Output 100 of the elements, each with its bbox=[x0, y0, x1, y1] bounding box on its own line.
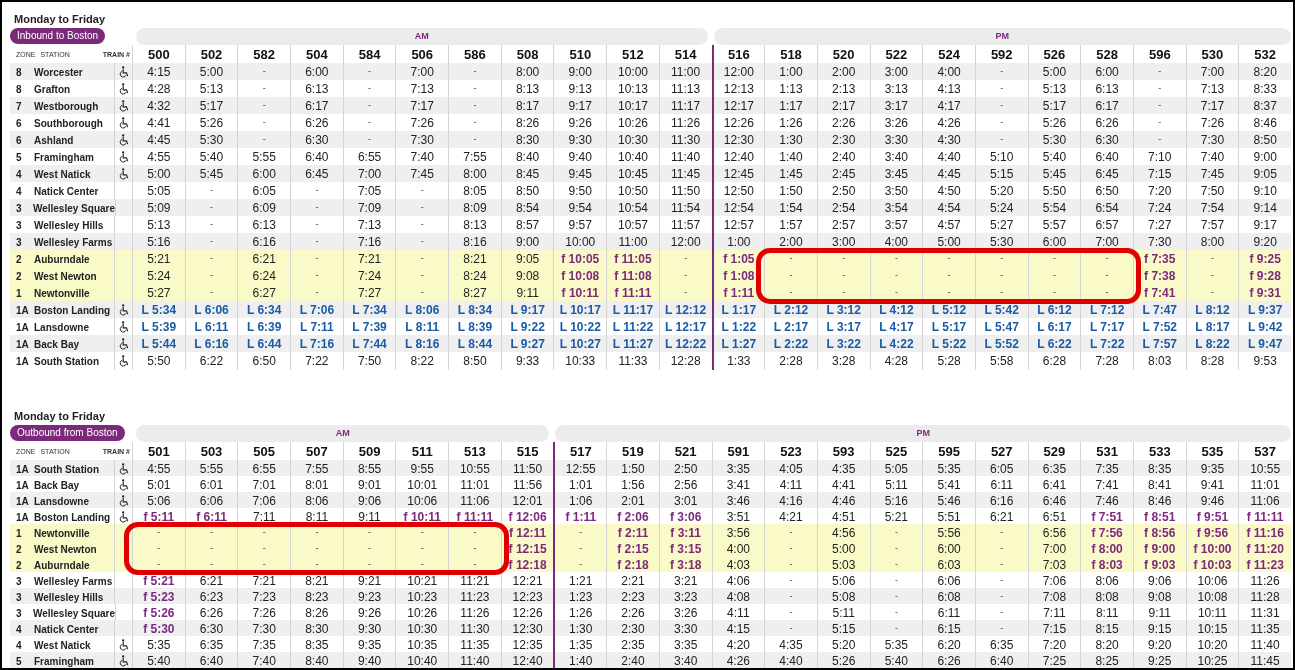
station-name: Lansdowne bbox=[34, 320, 90, 335]
time-cell: 7:11 bbox=[237, 508, 291, 526]
wheelchair-icon bbox=[118, 100, 129, 112]
zone-number: 1A bbox=[16, 354, 30, 369]
zone-number: 1A bbox=[16, 494, 30, 509]
zone-number: 1A bbox=[16, 462, 30, 477]
zone-number: 5 bbox=[16, 654, 23, 668]
station-name: Boston Landing bbox=[34, 303, 112, 318]
period-band: PM bbox=[713, 28, 1291, 45]
wheelchair-icon bbox=[118, 355, 129, 367]
time-cell: 6:00 bbox=[1027, 233, 1081, 251]
time-cell: 6:28 bbox=[1027, 352, 1081, 370]
station-name: Wellesley Square bbox=[32, 201, 115, 216]
time-cell: 6:40 bbox=[974, 652, 1028, 668]
time-cell: f 11:11 bbox=[448, 508, 501, 526]
station-name: Framingham bbox=[34, 150, 95, 165]
time-cell: 8:50 bbox=[448, 352, 501, 370]
station-name: South Station bbox=[34, 462, 100, 477]
time-cell: 7:00 bbox=[1080, 233, 1133, 251]
time-cell: 8:28 bbox=[1185, 352, 1239, 370]
period-band: AM bbox=[136, 425, 550, 442]
wheelchair-icon bbox=[118, 321, 129, 333]
wheelchair-icon bbox=[118, 117, 129, 129]
wheelchair-icon bbox=[118, 511, 129, 523]
station-name: Back Bay bbox=[34, 478, 81, 493]
time-cell: 11:33 bbox=[606, 352, 659, 370]
zone-number: 5 bbox=[16, 150, 23, 165]
zone-number: 8 bbox=[16, 82, 23, 97]
time-cell: 2:00 bbox=[764, 233, 817, 251]
zone-number: 1A bbox=[16, 478, 30, 493]
station-name: West Newton bbox=[34, 269, 98, 284]
time-cell: 6:50 bbox=[237, 352, 291, 370]
time-cell: 7:22 bbox=[290, 352, 343, 370]
direction-label: Inbound to Boston bbox=[10, 28, 106, 44]
time-cell: 5:30 bbox=[974, 233, 1028, 251]
station-name: Grafton bbox=[34, 82, 72, 97]
zone-number: 2 bbox=[16, 269, 23, 284]
zone-number: 3 bbox=[16, 590, 23, 605]
zone-number: 1 bbox=[16, 286, 23, 301]
time-cell: f 6:11 bbox=[184, 508, 238, 526]
time-cell: 4:00 bbox=[869, 233, 923, 251]
time-cell: 8:25 bbox=[1080, 652, 1133, 668]
station-name: Back Bay bbox=[34, 337, 81, 352]
wheelchair-icon bbox=[118, 304, 129, 316]
wheelchair-icon bbox=[118, 151, 129, 163]
time-cell: 3:40 bbox=[658, 652, 712, 668]
station-name: Newtonville bbox=[34, 526, 91, 541]
station-name: West Natick bbox=[34, 167, 92, 182]
zone-number: 6 bbox=[16, 116, 23, 131]
station-name: Auburndale bbox=[34, 252, 91, 267]
time-cell: 4:40 bbox=[764, 652, 817, 668]
timetable-title: Monday to Friday bbox=[13, 409, 107, 423]
station-name: Wellesley Hills bbox=[34, 590, 105, 605]
zone-number: 3 bbox=[16, 235, 23, 250]
time-cell: 5:28 bbox=[922, 352, 975, 370]
station-name: West Newton bbox=[34, 542, 98, 557]
time-cell: 2:40 bbox=[606, 652, 659, 668]
zone-number: 3 bbox=[16, 201, 23, 216]
station-name: Boston Landing bbox=[34, 510, 112, 525]
station-name: South Station bbox=[34, 354, 100, 369]
time-cell: 9:25 bbox=[1132, 652, 1186, 668]
zone-number: 7 bbox=[16, 99, 23, 114]
station-name: Lansdowne bbox=[34, 494, 90, 509]
zone-number: 4 bbox=[16, 638, 23, 653]
time-cell: 7:28 bbox=[1080, 352, 1133, 370]
time-cell: 9:40 bbox=[342, 652, 396, 668]
time-cell: 5:58 bbox=[974, 352, 1028, 370]
station-name: Natick Center bbox=[34, 184, 100, 199]
time-cell: 8:40 bbox=[290, 652, 343, 668]
time-cell: 5:40 bbox=[869, 652, 923, 668]
time-cell: 3:28 bbox=[816, 352, 870, 370]
time-cell: 8:03 bbox=[1132, 352, 1186, 370]
time-cell: 4:28 bbox=[869, 352, 923, 370]
zone-number: 1A bbox=[16, 303, 30, 318]
time-cell: 10:25 bbox=[1185, 652, 1239, 668]
zone-number: 4 bbox=[16, 622, 23, 637]
station-name: Worcester bbox=[34, 65, 84, 80]
station-name: Auburndale bbox=[34, 558, 91, 573]
time-cell: 12:28 bbox=[658, 352, 712, 370]
wheelchair-icon bbox=[118, 495, 129, 507]
time-cell: 7:25 bbox=[1027, 652, 1081, 668]
time-cell: 5:40 bbox=[132, 652, 185, 668]
zone-number: 2 bbox=[16, 252, 23, 267]
time-cell: 5:26 bbox=[816, 652, 870, 668]
zone-number: 4 bbox=[16, 184, 23, 199]
zone-number: 6 bbox=[16, 133, 23, 148]
wheelchair-icon bbox=[118, 338, 129, 350]
time-cell: 6:40 bbox=[184, 652, 238, 668]
time-cell: 6:22 bbox=[184, 352, 238, 370]
time-cell: 8:22 bbox=[395, 352, 449, 370]
zone-number: 8 bbox=[16, 65, 23, 80]
time-cell: 11:40 bbox=[448, 652, 501, 668]
time-cell: 3:00 bbox=[816, 233, 870, 251]
time-cell: 6:26 bbox=[922, 652, 975, 668]
time-cell: 12:40 bbox=[500, 652, 554, 668]
wheelchair-icon bbox=[118, 639, 129, 651]
direction-label: Outbound from Boston bbox=[10, 425, 125, 441]
zone-number: 1A bbox=[16, 510, 30, 525]
time-cell: 5:00 bbox=[922, 233, 975, 251]
time-cell: 9:53 bbox=[1238, 352, 1291, 370]
